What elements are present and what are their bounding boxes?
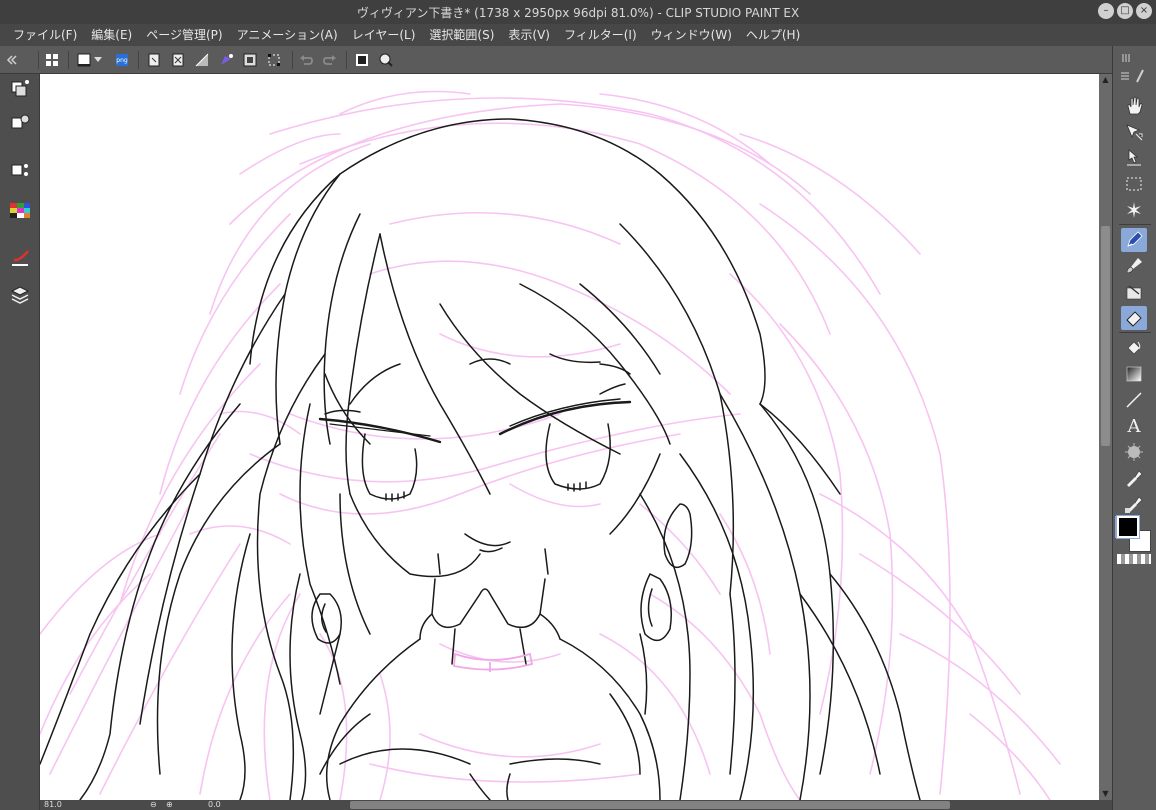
rough-sketch-layer xyxy=(40,90,1061,800)
maximize-button[interactable]: □ xyxy=(1117,3,1133,19)
selection-tool-icon[interactable] xyxy=(1121,172,1147,196)
left-panel-strip xyxy=(0,74,40,810)
redo-icon[interactable] xyxy=(320,50,340,70)
move-tool-icon[interactable] xyxy=(1121,120,1147,144)
sub-tool-detail-icon[interactable] xyxy=(7,158,33,184)
fill-tool-icon[interactable] xyxy=(1121,336,1147,360)
menu-animation[interactable]: アニメーション(A) xyxy=(230,24,345,46)
clear-outside-icon[interactable] xyxy=(168,50,188,70)
rotation-value[interactable]: 0.0 xyxy=(208,800,221,809)
select-range-icon[interactable] xyxy=(264,50,284,70)
zoom-out-icon[interactable]: ⊖ xyxy=(150,800,157,809)
menu-file[interactable]: ファイル(F) xyxy=(6,24,84,46)
transparent-color-swatch[interactable] xyxy=(1117,554,1151,564)
fill-icon[interactable] xyxy=(192,50,212,70)
decoration-tool-icon[interactable] xyxy=(1121,280,1147,304)
layers-icon[interactable] xyxy=(7,282,33,308)
menu-view[interactable]: 表示(V) xyxy=(501,24,557,46)
eraser-tool-icon[interactable] xyxy=(1121,306,1147,330)
window-controls: – □ × xyxy=(1098,3,1152,19)
gradient-tool-icon[interactable] xyxy=(1121,362,1147,386)
vertical-scroll-thumb[interactable] xyxy=(1101,226,1110,446)
menu-filter[interactable]: フィルター(I) xyxy=(557,24,644,46)
zoom-in-icon[interactable]: ⊕ xyxy=(166,800,173,809)
correct-line-icon[interactable] xyxy=(7,246,33,272)
close-button[interactable]: × xyxy=(1136,3,1152,19)
eyedropper-alt-icon[interactable] xyxy=(1121,492,1147,516)
transform-icon[interactable] xyxy=(216,50,236,70)
window-title: ヴィヴィアン下書き* (1738 x 2950px 96dpi 81.0%) -… xyxy=(356,6,800,20)
status-bar: 81.0 ⊖ ⊕ 0.0 xyxy=(40,800,1112,810)
figure-tool-icon[interactable] xyxy=(1121,388,1147,412)
text-tool-glyph: A xyxy=(1127,415,1141,437)
color-set-icon[interactable] xyxy=(7,198,33,224)
scroll-up-icon[interactable]: ▲ xyxy=(1099,74,1112,86)
collapse-left-icon[interactable] xyxy=(2,50,22,70)
text-tool-icon[interactable]: A xyxy=(1121,414,1147,438)
export-png-icon[interactable]: png xyxy=(112,50,132,70)
menu-window[interactable]: ウィンドウ(W) xyxy=(644,24,739,46)
eyedropper-tool-icon[interactable] xyxy=(1121,466,1147,490)
menu-edit[interactable]: 編集(E) xyxy=(84,24,139,46)
auto-select-icon[interactable] xyxy=(1121,198,1147,222)
blend-tool-icon[interactable] xyxy=(1121,440,1147,464)
palette-grip-icon[interactable] xyxy=(1117,50,1151,64)
clip-studio-window: ヴィヴィアン下書き* (1738 x 2950px 96dpi 81.0%) -… xyxy=(0,0,1156,810)
undo-icon[interactable] xyxy=(296,50,316,70)
dropdown-icon[interactable] xyxy=(92,50,104,70)
lineart-layer xyxy=(40,118,921,800)
menu-layer[interactable]: レイヤー(L) xyxy=(345,24,423,46)
palette-menu-icon[interactable] xyxy=(1117,68,1151,84)
zoom-value[interactable]: 81.0 xyxy=(44,800,62,809)
menu-bar: ファイル(F) 編集(E) ページ管理(P) アニメーション(A) レイヤー(L… xyxy=(0,24,1156,46)
drawing-canvas[interactable] xyxy=(40,74,1099,800)
menu-page[interactable]: ページ管理(P) xyxy=(139,24,229,46)
menu-selection[interactable]: 選択範囲(S) xyxy=(422,24,501,46)
tool-palette: A xyxy=(1112,46,1156,810)
ribbon-sketch xyxy=(453,652,534,672)
hand-tool-icon[interactable] xyxy=(1121,94,1147,118)
layer-search-icon[interactable] xyxy=(7,76,33,102)
minimize-button[interactable]: – xyxy=(1098,3,1114,19)
menu-help[interactable]: ヘルプ(H) xyxy=(739,24,807,46)
command-bar: png xyxy=(0,46,1156,74)
operation-tool-icon[interactable] xyxy=(1121,146,1147,170)
layer-settings-icon[interactable] xyxy=(7,110,33,136)
brush-tool-icon[interactable] xyxy=(1121,254,1147,278)
lasso-icon[interactable] xyxy=(376,50,396,70)
grid-icon[interactable] xyxy=(42,50,62,70)
artwork-svg xyxy=(40,90,1061,800)
vertical-scrollbar[interactable]: ▲ ▼ xyxy=(1099,74,1112,800)
scroll-down-icon[interactable]: ▼ xyxy=(1099,788,1112,800)
layer-property-icon[interactable] xyxy=(240,50,260,70)
export-png-label: png xyxy=(116,57,128,64)
pen-tool-icon[interactable] xyxy=(1121,228,1147,252)
new-canvas-icon[interactable] xyxy=(74,50,94,70)
main-color-swatch-front[interactable] xyxy=(1117,516,1139,538)
horizontal-scroll-thumb[interactable] xyxy=(350,801,950,809)
frame-icon[interactable] xyxy=(352,50,372,70)
title-bar: ヴィヴィアン下書き* (1738 x 2950px 96dpi 81.0%) -… xyxy=(0,0,1156,24)
clear-icon[interactable] xyxy=(144,50,164,70)
